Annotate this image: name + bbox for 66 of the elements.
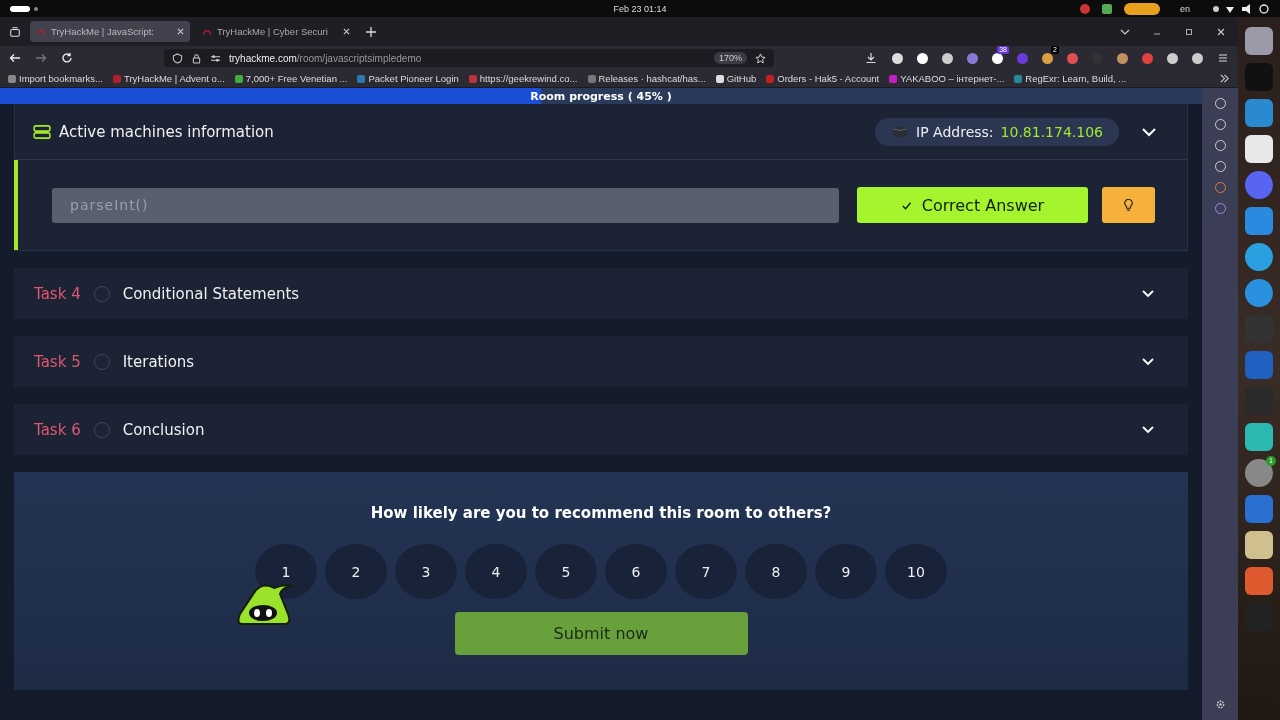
machine-icon bbox=[891, 124, 910, 139]
bookmark-link[interactable]: GitHub bbox=[715, 73, 757, 84]
bookmark-link[interactable]: Packet Pioneer Login bbox=[357, 73, 459, 84]
double-chevron-icon[interactable] bbox=[1219, 73, 1230, 84]
rating-option[interactable]: 3 bbox=[395, 544, 457, 599]
task-title: Conclusion bbox=[122, 420, 205, 439]
task-title: Conditional Statements bbox=[122, 284, 300, 303]
bookmark-link[interactable]: RegExr: Learn, Build, ... bbox=[1014, 73, 1127, 84]
zoom-level[interactable]: 170% bbox=[713, 52, 747, 64]
rating-option[interactable]: 5 bbox=[535, 544, 597, 599]
keyboard-language[interactable]: en bbox=[1180, 3, 1190, 14]
close-icon[interactable] bbox=[177, 28, 184, 35]
bookmark-link[interactable]: YAKABOO – інтернет-... bbox=[889, 73, 1005, 84]
ip-label: IP Address: bbox=[916, 123, 994, 140]
bookmark-link[interactable]: 7,000+ Free Venetian ... bbox=[234, 73, 348, 84]
workspace-icon bbox=[34, 6, 38, 11]
screen-recording-indicator[interactable] bbox=[1124, 2, 1160, 15]
app-icon[interactable] bbox=[1245, 423, 1273, 451]
rating-option[interactable]: 2 bbox=[325, 544, 387, 599]
rating-option[interactable]: 8 bbox=[745, 544, 807, 599]
rating-option[interactable]: 10 bbox=[885, 544, 947, 599]
task-number: Task 6 bbox=[34, 420, 81, 439]
bookmark-link[interactable]: Import bookmarks... bbox=[8, 73, 103, 84]
app-icon[interactable] bbox=[1245, 27, 1273, 55]
status-icons[interactable] bbox=[1210, 2, 1270, 15]
rating-option[interactable]: 4 bbox=[465, 544, 527, 599]
task-title: Iterations bbox=[122, 352, 195, 371]
feedback-question: How likely are you to recommend this room to others? bbox=[370, 504, 832, 522]
browser-tab[interactable]: TryHackMe | JavaScript: bbox=[30, 21, 190, 42]
hint-button[interactable] bbox=[1102, 187, 1155, 223]
permissions-icon bbox=[210, 52, 221, 64]
server-icon bbox=[33, 124, 51, 139]
submit-button[interactable]: Submit now bbox=[454, 612, 748, 655]
task-row[interactable]: Task 6 Conclusion bbox=[14, 404, 1188, 455]
chevron-down-icon[interactable] bbox=[1140, 424, 1156, 435]
rating-option[interactable]: 6 bbox=[605, 544, 667, 599]
address-bar[interactable]: tryhackme.com/room/javascriptsimpledemo 170% bbox=[164, 49, 774, 67]
app-icon[interactable] bbox=[1245, 135, 1273, 163]
lightbulb-icon bbox=[1123, 198, 1134, 212]
chevron-down-icon[interactable] bbox=[1140, 356, 1156, 367]
browser-tab[interactable]: TryHackMe | Cyber Securi bbox=[196, 21, 356, 42]
ip-address: 10.81.174.106 bbox=[1000, 123, 1103, 140]
bookmark-link[interactable]: Releases · hashcat/has... bbox=[587, 73, 706, 84]
app-icon[interactable] bbox=[1245, 531, 1273, 559]
task-row[interactable]: Task 5 Iterations bbox=[14, 336, 1188, 387]
bookmark-link[interactable]: Orders - Hak5 - Account bbox=[766, 73, 880, 84]
rating-option[interactable]: 7 bbox=[675, 544, 737, 599]
chevron-down-icon[interactable] bbox=[1141, 126, 1157, 137]
task-number: Task 5 bbox=[34, 352, 81, 371]
correct-answer-button[interactable]: Correct Answer bbox=[857, 187, 1088, 223]
chevron-down-icon[interactable] bbox=[1140, 288, 1156, 299]
tray-icon[interactable] bbox=[1080, 3, 1090, 14]
close-icon[interactable] bbox=[343, 28, 350, 35]
star-icon[interactable] bbox=[755, 52, 766, 64]
clock[interactable]: Feb 23 01:14 bbox=[430, 3, 850, 14]
activities-icon[interactable] bbox=[10, 5, 30, 12]
task-number: Task 4 bbox=[34, 284, 81, 303]
bookmark-link[interactable]: https://geekrewind.co... bbox=[468, 73, 578, 84]
lock-icon bbox=[191, 52, 202, 64]
app-icon[interactable] bbox=[1245, 243, 1273, 271]
section-title: Active machines information bbox=[59, 122, 274, 141]
settings-icon[interactable] bbox=[1214, 699, 1226, 710]
bookmark-link[interactable]: TryHackMe | Advent o... bbox=[112, 73, 225, 84]
url-text: tryhackme.com/room/javascriptsimpledemo bbox=[229, 52, 422, 64]
rating-option[interactable]: 9 bbox=[815, 544, 877, 599]
task-row[interactable]: Task 4 Conditional Statements bbox=[14, 268, 1188, 319]
